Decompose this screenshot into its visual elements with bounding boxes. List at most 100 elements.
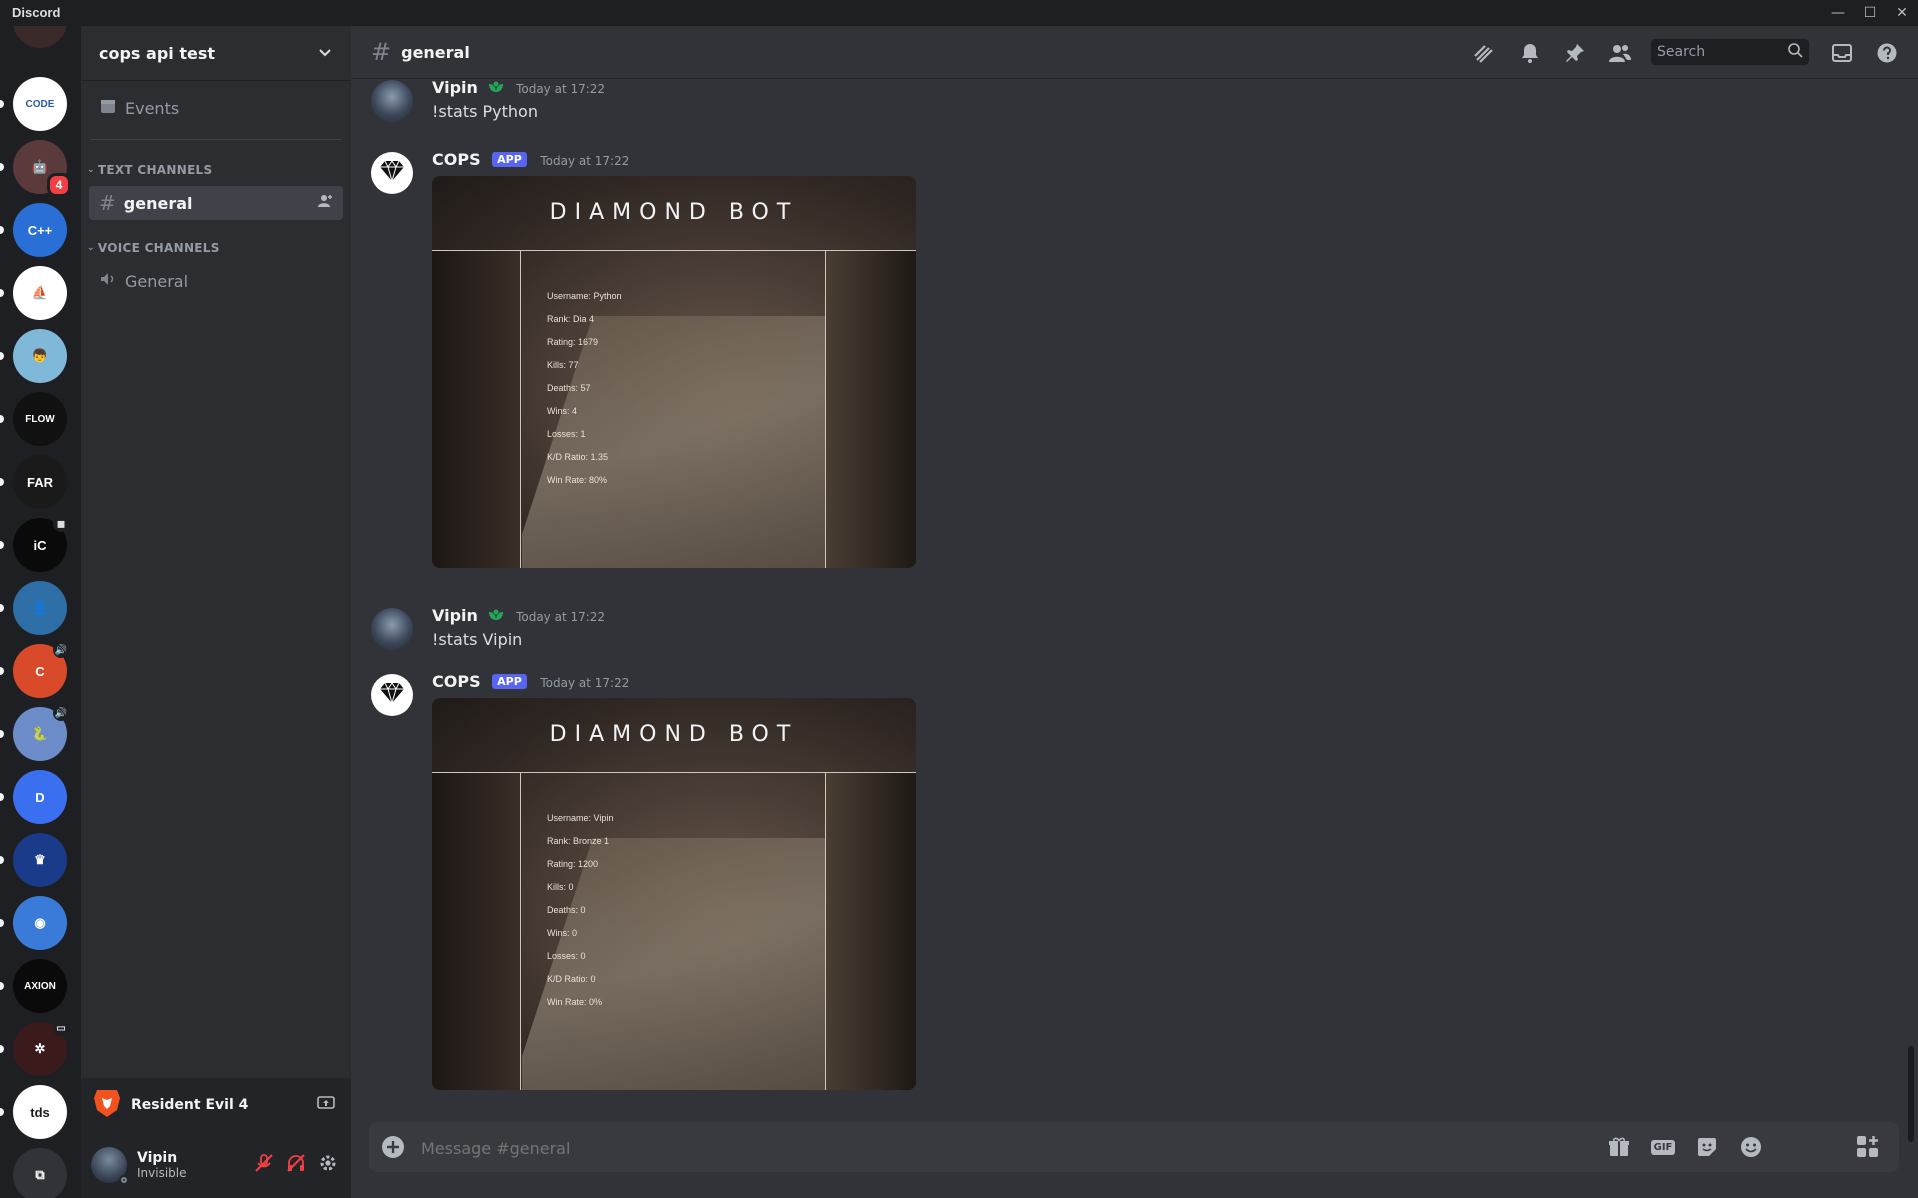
server-icon[interactable]: ♛ (13, 833, 67, 887)
stat-kills: Kills: 0 (547, 882, 574, 892)
server-icon[interactable]: CODE (13, 77, 67, 131)
stats-embed-image[interactable]: DIAMOND BOT Username: Python Rank: Dia 4… (432, 176, 916, 568)
server-icon[interactable]: FAR (13, 455, 67, 509)
emoji-icon[interactable] (1737, 1134, 1765, 1160)
channel-header: # general Search (351, 26, 1918, 79)
author-name[interactable]: Vipin (432, 78, 478, 97)
server-label: CODE (25, 98, 55, 110)
events-item[interactable]: Events (89, 91, 343, 125)
voice-channel-general[interactable]: General (89, 264, 343, 298)
stat-losses: Losses: 0 (547, 951, 586, 961)
server-icon[interactable]: C 🔊 (13, 642, 69, 698)
user-info[interactable]: Vipin Invisible (137, 1150, 187, 1180)
server-icon[interactable]: 👤 (13, 581, 67, 635)
guild-header[interactable]: cops api test (81, 26, 351, 81)
screen-share-icon[interactable] (317, 1094, 335, 1116)
server-icon[interactable]: ◉ (13, 896, 67, 950)
chevron-down-icon (317, 41, 333, 65)
server-icon[interactable]: tds (13, 1085, 67, 1139)
server-icon[interactable] (13, 26, 67, 48)
diamond-logo-icon (377, 681, 407, 709)
close-window-button[interactable]: ✕ (1886, 0, 1918, 26)
gift-icon[interactable] (1605, 1134, 1633, 1160)
chevron-down-icon: ⌄ (87, 165, 95, 175)
server-label: C++ (27, 222, 53, 238)
maximize-button[interactable]: ☐ (1854, 0, 1886, 26)
avatar[interactable] (371, 608, 413, 650)
hashtag-icon: # (99, 191, 116, 215)
text-channels-category[interactable]: ⌄ TEXT CHANNELS (81, 158, 351, 182)
author-name[interactable]: COPS (432, 672, 481, 691)
stat-rank: Rank: Dia 4 (547, 314, 595, 324)
stat-deaths: Deaths: 57 (547, 383, 591, 393)
search-input[interactable]: Search (1651, 39, 1809, 65)
mic-muted-icon[interactable] (253, 1152, 275, 1178)
activity-panel[interactable]: Resident Evil 4 (81, 1078, 351, 1132)
unread-indicator (0, 1045, 4, 1053)
server-icon[interactable]: C++ (13, 203, 67, 257)
guild-name: cops api test (99, 43, 215, 63)
server-icon[interactable]: iC ◼ (13, 516, 69, 572)
inbox-icon[interactable] (1829, 40, 1855, 66)
stat-kills: Kills: 77 (547, 360, 579, 370)
sticker-icon[interactable] (1693, 1134, 1721, 1160)
unread-indicator (0, 730, 4, 738)
unread-indicator (0, 856, 4, 864)
unread-indicator (0, 352, 4, 360)
message-composer: GIF (369, 1122, 1899, 1172)
bell-icon[interactable] (1517, 40, 1543, 66)
apps-icon[interactable] (1855, 1134, 1881, 1164)
leaf-badge-icon (487, 607, 503, 621)
app-badge: APP (492, 674, 527, 689)
divider (825, 772, 826, 1090)
server-icon[interactable]: 👦 (13, 329, 67, 383)
stat-kd-ratio: K/D Ratio: 1.35 (547, 452, 609, 462)
stats-embed-image[interactable]: DIAMOND BOT Username: Vipin Rank: Bronze… (432, 698, 916, 1090)
server-icon[interactable]: 🤖 4 (13, 140, 71, 197)
server-icon[interactable]: FLOW (13, 392, 67, 446)
divider (520, 772, 521, 1090)
server-status-icon: 🔊 (53, 642, 69, 658)
author-name[interactable]: Vipin (432, 606, 478, 625)
timestamp: Today at 17:22 (516, 610, 606, 624)
stat-rating: Rating: 1200 (547, 859, 599, 869)
gear-icon[interactable] (317, 1152, 339, 1178)
user-status: Invisible (137, 1166, 187, 1180)
message-header: Vipin Today at 17:22 (432, 78, 605, 97)
help-icon[interactable] (1874, 40, 1900, 66)
diamond-logo-icon (377, 159, 407, 187)
pin-icon[interactable] (1562, 40, 1588, 66)
timestamp: Today at 17:22 (540, 676, 630, 690)
embed-title: DIAMOND BOT (549, 722, 799, 747)
server-icon[interactable]: AXION (13, 959, 67, 1013)
server-icon[interactable]: 🐍 🔊 (13, 705, 69, 761)
channel-item-general[interactable]: # general (89, 186, 343, 220)
scrollbar[interactable] (1908, 1046, 1914, 1142)
server-icon[interactable]: ⛵ (13, 266, 67, 320)
unread-indicator (0, 415, 4, 423)
category-label: VOICE CHANNELS (97, 241, 220, 255)
server-label: 🤖 (31, 159, 49, 174)
server-rail: CODE 🤖 4 C++ ⛵ 👦 FLOW FAR iC ◼ 👤 C 🔊 🐍 🔊 D ♛ ◉ AXION ✲ ▭ tds ⧉ (0, 26, 81, 1198)
server-icon[interactable]: ✲ ▭ (13, 1020, 69, 1076)
bot-avatar[interactable] (371, 674, 413, 716)
server-label: 🐍 (31, 726, 49, 741)
headset-muted-icon[interactable] (285, 1152, 307, 1178)
gif-icon[interactable]: GIF (1649, 1134, 1677, 1160)
add-member-icon[interactable] (317, 193, 333, 213)
avatar[interactable] (371, 80, 413, 122)
minimize-button[interactable]: — (1822, 0, 1854, 26)
author-name[interactable]: COPS (432, 150, 481, 169)
avatar[interactable] (91, 1147, 129, 1185)
message-input[interactable] (419, 1135, 1523, 1161)
server-icon[interactable]: D (13, 770, 67, 824)
bot-avatar[interactable] (371, 152, 413, 194)
server-icon[interactable]: ⧉ (13, 1148, 67, 1198)
threads-icon[interactable] (1471, 40, 1497, 66)
stat-kd-ratio: K/D Ratio: 0 (547, 974, 596, 984)
member-list-icon[interactable] (1607, 40, 1633, 66)
activity-game: Resident Evil 4 (131, 1097, 249, 1113)
voice-channels-category[interactable]: ⌄ VOICE CHANNELS (81, 236, 351, 260)
search-icon (1787, 42, 1803, 62)
plus-circle-icon[interactable] (379, 1134, 407, 1160)
